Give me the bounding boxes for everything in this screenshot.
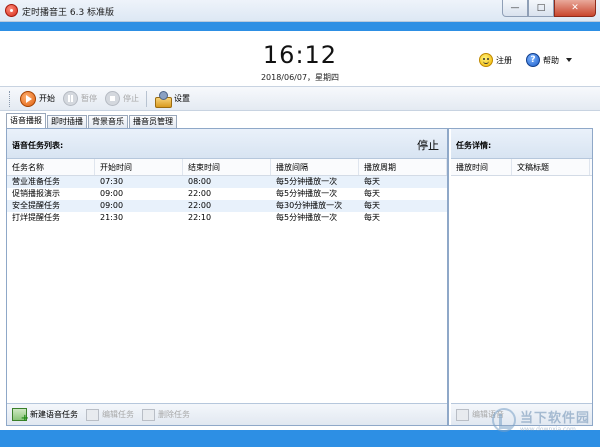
header-strip <box>0 22 600 31</box>
clock-date: 2018/06/07，星期四 <box>260 73 340 82</box>
column-header-start[interactable]: 开始时间 <box>95 159 183 175</box>
register-button[interactable]: 注册 <box>479 53 512 67</box>
column-header-end[interactable]: 结束时间 <box>183 159 271 175</box>
edit-task-button[interactable]: 编辑任务 <box>86 408 134 421</box>
cell-interval: 每5分钟播放一次 <box>276 189 338 198</box>
watermark-url: www.downxia.com <box>519 426 576 433</box>
maximize-button[interactable]: □ <box>528 0 554 17</box>
cell-period: 每天 <box>364 177 380 186</box>
watermark-text: 当下软件园 www.downxia.com <box>520 407 590 433</box>
start-button[interactable]: 开始 <box>16 89 59 109</box>
column-header-script-title[interactable]: 文稿标题 <box>512 159 590 175</box>
delete-task-button[interactable]: 删除任务 <box>142 408 190 421</box>
delete-icon <box>142 408 155 421</box>
table-row[interactable]: 营业准备任务 07:30 08:00 每5分钟播放一次 每天 <box>7 176 447 188</box>
cell-period: 每天 <box>364 189 380 198</box>
window-controls: — □ ✕ <box>502 0 596 18</box>
cell-end: 22:00 <box>188 189 212 198</box>
register-label: 注册 <box>496 55 512 65</box>
task-list-title: 语音任务列表: <box>12 141 64 150</box>
edit-voice-icon <box>456 408 469 421</box>
cell-interval: 每5分钟播放一次 <box>276 213 338 222</box>
cell-start: 09:00 <box>100 189 124 198</box>
detail-table-header: 播放时间 文稿标题 <box>451 159 592 176</box>
start-label: 开始 <box>39 94 55 103</box>
watermark: 当下软件园 www.downxia.com <box>491 407 590 433</box>
cell-start: 09:00 <box>100 201 124 210</box>
pause-label: 暂停 <box>81 94 97 103</box>
new-task-button[interactable]: 新建语音任务 <box>12 408 78 424</box>
stop-button[interactable]: 停止 <box>101 89 143 109</box>
column-header-interval[interactable]: 播放间隔 <box>271 159 359 175</box>
task-detail-header: 任务详情: <box>451 129 592 159</box>
new-task-label: 新建语音任务 <box>30 410 78 419</box>
window-title: 定时播音王 6.3 标准版 <box>22 8 115 18</box>
app-logo-icon <box>5 4 18 17</box>
column-header-name[interactable]: 任务名称 <box>7 159 95 175</box>
play-icon <box>20 90 36 107</box>
edit-task-label: 编辑任务 <box>102 410 134 419</box>
cell-period: 每天 <box>364 201 380 210</box>
column-header-period[interactable]: 播放周期 <box>359 159 447 175</box>
cell-name: 打烊提醒任务 <box>12 213 60 222</box>
title-bar: 定时播音王 6.3 标准版 — □ ✕ <box>0 0 600 22</box>
cell-period: 每天 <box>364 213 380 222</box>
watermark-logo-icon <box>491 408 516 432</box>
table-row[interactable]: 促销播报演示 09:00 22:00 每5分钟播放一次 每天 <box>7 188 447 200</box>
main-panel: 语音任务列表: 停止 任务名称 开始时间 结束时间 播放间隔 播放周期 营业准备… <box>6 128 593 426</box>
table-row[interactable]: 打烊提醒任务 21:30 22:10 每5分钟播放一次 每天 <box>7 212 447 224</box>
settings-icon <box>154 90 172 108</box>
toolbar-grip[interactable] <box>9 90 12 107</box>
task-table-header: 任务名称 开始时间 结束时间 播放间隔 播放周期 <box>7 159 447 176</box>
tab-bar: 语音播报 即时插播 背景音乐 播音员管理 <box>6 113 178 128</box>
cell-interval: 每5分钟播放一次 <box>276 177 338 186</box>
stop-icon <box>105 91 120 106</box>
toolbar-separator <box>146 90 147 107</box>
tab-announcer-management[interactable]: 播音员管理 <box>129 115 177 128</box>
top-actions: 注册 ? 帮助 <box>479 53 572 67</box>
delete-task-label: 删除任务 <box>158 410 190 419</box>
close-button[interactable]: ✕ <box>554 0 596 17</box>
cell-name: 促销播报演示 <box>12 189 60 198</box>
cell-interval: 每30分钟播放一次 <box>276 201 343 210</box>
watermark-main: 当下软件园 <box>519 411 590 426</box>
cell-name: 安全提醒任务 <box>12 201 60 210</box>
task-list-panel: 语音任务列表: 停止 任务名称 开始时间 结束时间 播放间隔 播放周期 营业准备… <box>7 129 449 425</box>
task-list-header: 语音任务列表: 停止 <box>7 129 447 159</box>
task-list-footer: 新建语音任务 编辑任务 删除任务 <box>7 403 447 425</box>
cell-start: 07:30 <box>100 177 124 186</box>
settings-button[interactable]: 设置 <box>150 89 194 109</box>
chevron-down-icon[interactable] <box>566 58 572 62</box>
cell-name: 营业准备任务 <box>12 177 60 186</box>
status-label: 停止 <box>417 139 439 152</box>
toolbar: 开始 暂停 停止 设置 <box>0 86 600 111</box>
help-button[interactable]: ? 帮助 <box>526 53 572 67</box>
cell-start: 21:30 <box>100 213 124 222</box>
cell-end: 08:00 <box>188 177 212 186</box>
edit-icon <box>86 408 99 421</box>
tab-instant-insert[interactable]: 即时插播 <box>47 115 87 128</box>
clock-area: 16:12 2018/06/07，星期四 注册 ? 帮助 <box>0 31 600 86</box>
pause-icon <box>63 91 78 106</box>
help-icon: ? <box>526 53 540 67</box>
settings-label: 设置 <box>174 94 190 103</box>
task-detail-title: 任务详情: <box>456 141 492 150</box>
smile-icon <box>479 53 493 67</box>
pause-button[interactable]: 暂停 <box>59 89 101 109</box>
table-row[interactable]: 安全提醒任务 09:00 22:00 每30分钟播放一次 每天 <box>7 200 447 212</box>
minimize-button[interactable]: — <box>502 0 528 17</box>
help-label: 帮助 <box>543 55 559 65</box>
stop-label: 停止 <box>123 94 139 103</box>
tab-voice-broadcast[interactable]: 语音播报 <box>6 113 46 128</box>
column-header-play-time[interactable]: 播放时间 <box>451 159 512 175</box>
cell-end: 22:00 <box>188 201 212 210</box>
add-task-icon <box>12 408 29 424</box>
tab-background-music[interactable]: 背景音乐 <box>88 115 128 128</box>
task-detail-panel: 任务详情: 播放时间 文稿标题 编辑语音 <box>451 129 592 425</box>
cell-end: 22:10 <box>188 213 212 222</box>
